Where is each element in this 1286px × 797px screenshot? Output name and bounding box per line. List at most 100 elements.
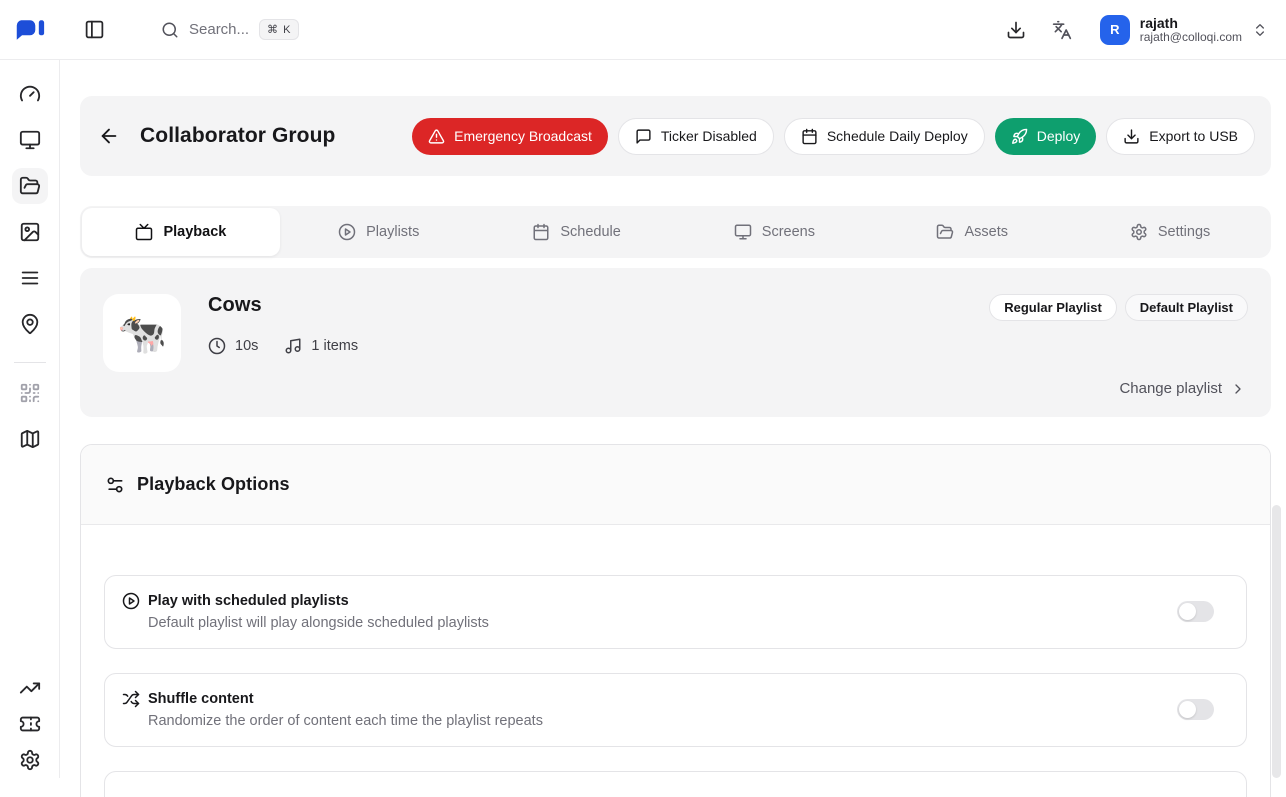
tab-playback[interactable]: Playback <box>82 208 280 256</box>
tab-playback-label: Playback <box>163 224 226 240</box>
playlist-title: Cows <box>208 294 358 317</box>
usb-export-icon <box>1123 128 1140 145</box>
change-playlist-button[interactable]: Change playlist <box>1117 374 1248 403</box>
sidebar-item-playlists[interactable] <box>12 260 48 296</box>
playlist-thumbnail: 🐄 <box>103 294 181 372</box>
tab-assets-label: Assets <box>964 224 1008 240</box>
trending-up-icon <box>19 677 41 699</box>
user-menu[interactable]: R rajath rajath@colloqi.com <box>1100 15 1268 45</box>
play-circle-icon <box>338 223 356 241</box>
back-button[interactable] <box>92 119 126 153</box>
tab-settings[interactable]: Settings <box>1071 208 1269 256</box>
tab-assets[interactable]: Assets <box>873 208 1071 256</box>
user-email: rajath@colloqi.com <box>1140 31 1242 45</box>
topbar: Search... ⌘ K R rajath rajath@colloqi.co… <box>0 0 1286 60</box>
playback-options-title: Playback Options <box>137 474 290 495</box>
download-icon <box>1006 20 1026 40</box>
ticker-disabled-button[interactable]: Ticker Disabled <box>618 118 774 155</box>
tab-screens-label: Screens <box>762 224 815 240</box>
folder-open-icon <box>936 223 954 241</box>
option-title: Shuffle content <box>148 691 254 707</box>
chevron-right-icon <box>1230 381 1246 397</box>
emergency-broadcast-label: Emergency Broadcast <box>454 128 592 144</box>
rocket-icon <box>1011 128 1028 145</box>
playlist-item-count-label: 1 items <box>311 338 358 354</box>
sliders-icon <box>105 475 125 495</box>
map-pin-icon <box>19 313 41 335</box>
sidebar-item-assets[interactable] <box>12 214 48 250</box>
pisignage-logo-icon <box>15 19 45 41</box>
avatar: R <box>1100 15 1130 45</box>
search-shortcut-badge: ⌘ K <box>259 19 299 40</box>
tab-playlists[interactable]: Playlists <box>280 208 478 256</box>
map-icon <box>19 428 41 450</box>
menu-icon <box>19 267 41 289</box>
alert-triangle-icon <box>428 128 445 145</box>
sidebar-item-map[interactable] <box>12 421 48 457</box>
sidebar-item-licenses[interactable] <box>12 706 48 742</box>
monitor-icon <box>19 129 41 151</box>
playlist-duration: 10s <box>208 337 258 355</box>
chevrons-up-down-icon <box>1252 22 1268 38</box>
option-title: Play with scheduled playlists <box>148 593 349 609</box>
qr-code-icon <box>19 382 41 404</box>
sidebar-item-settings[interactable] <box>12 742 48 778</box>
page-scrollbar[interactable] <box>1272 505 1281 778</box>
emergency-broadcast-button[interactable]: Emergency Broadcast <box>412 118 608 155</box>
group-tabs: Playback Playlists Schedule Screens Asse… <box>80 206 1271 258</box>
music-note-icon <box>284 337 302 355</box>
user-name: rajath <box>1140 15 1242 31</box>
deploy-button[interactable]: Deploy <box>995 118 1097 155</box>
option-subtitle: Randomize the order of content each time… <box>122 713 543 729</box>
calendar-icon <box>532 223 550 241</box>
badge-default-playlist: Default Playlist <box>1125 294 1248 321</box>
option-row-combine: Combine playlists <box>104 771 1247 797</box>
sidebar <box>0 60 60 778</box>
option-row-shuffle: Shuffle content Randomize the order of c… <box>104 673 1247 747</box>
arrow-left-icon <box>98 125 120 147</box>
export-to-usb-label: Export to USB <box>1149 128 1238 144</box>
calendar-icon <box>801 128 818 145</box>
app-logo <box>0 0 60 60</box>
sidebar-item-analytics[interactable] <box>12 670 48 706</box>
sidebar-item-dashboard[interactable] <box>12 76 48 112</box>
toggle-play-with-scheduled[interactable] <box>1177 601 1214 622</box>
default-playlist-card: 🐄 Cows 10s 1 items <box>80 268 1271 417</box>
export-to-usb-button[interactable]: Export to USB <box>1106 118 1255 155</box>
gear-icon <box>19 749 41 771</box>
tab-schedule[interactable]: Schedule <box>478 208 676 256</box>
search-input[interactable]: Search... ⌘ K <box>161 19 299 40</box>
ticker-disabled-label: Ticker Disabled <box>661 128 757 144</box>
option-row-scheduled: Play with scheduled playlists Default pl… <box>104 575 1247 649</box>
panel-left-icon <box>84 19 105 40</box>
message-square-icon <box>635 128 652 145</box>
sidebar-toggle-button[interactable] <box>78 13 111 46</box>
toggle-shuffle-content[interactable] <box>1177 699 1214 720</box>
search-icon <box>161 21 179 39</box>
page-title: Collaborator Group <box>140 124 335 148</box>
tab-screens[interactable]: Screens <box>675 208 873 256</box>
translate-icon <box>1052 20 1072 40</box>
ticket-icon <box>19 713 41 735</box>
gear-icon <box>1130 223 1148 241</box>
schedule-daily-deploy-label: Schedule Daily Deploy <box>827 128 968 144</box>
sidebar-item-groups[interactable] <box>12 168 48 204</box>
gauge-icon <box>19 83 41 105</box>
download-button[interactable] <box>1000 14 1032 46</box>
image-icon <box>19 221 41 243</box>
tv-icon <box>135 223 153 241</box>
playback-options-panel: Playback Options Play with scheduled pla… <box>80 444 1271 797</box>
badge-regular-playlist: Regular Playlist <box>989 294 1117 321</box>
sidebar-item-screens[interactable] <box>12 122 48 158</box>
tab-settings-label: Settings <box>1158 224 1210 240</box>
sidebar-item-qr-codes[interactable] <box>12 375 48 411</box>
main-content: Collaborator Group Emergency Broadcast T… <box>60 60 1286 778</box>
tab-schedule-label: Schedule <box>560 224 620 240</box>
option-subtitle: Default playlist will play alongside sch… <box>122 615 489 631</box>
change-playlist-label: Change playlist <box>1119 380 1222 397</box>
page-header: Collaborator Group Emergency Broadcast T… <box>80 96 1271 176</box>
sidebar-item-locations[interactable] <box>12 306 48 342</box>
schedule-daily-deploy-button[interactable]: Schedule Daily Deploy <box>784 118 985 155</box>
language-button[interactable] <box>1046 14 1078 46</box>
playlist-item-count: 1 items <box>284 337 358 355</box>
